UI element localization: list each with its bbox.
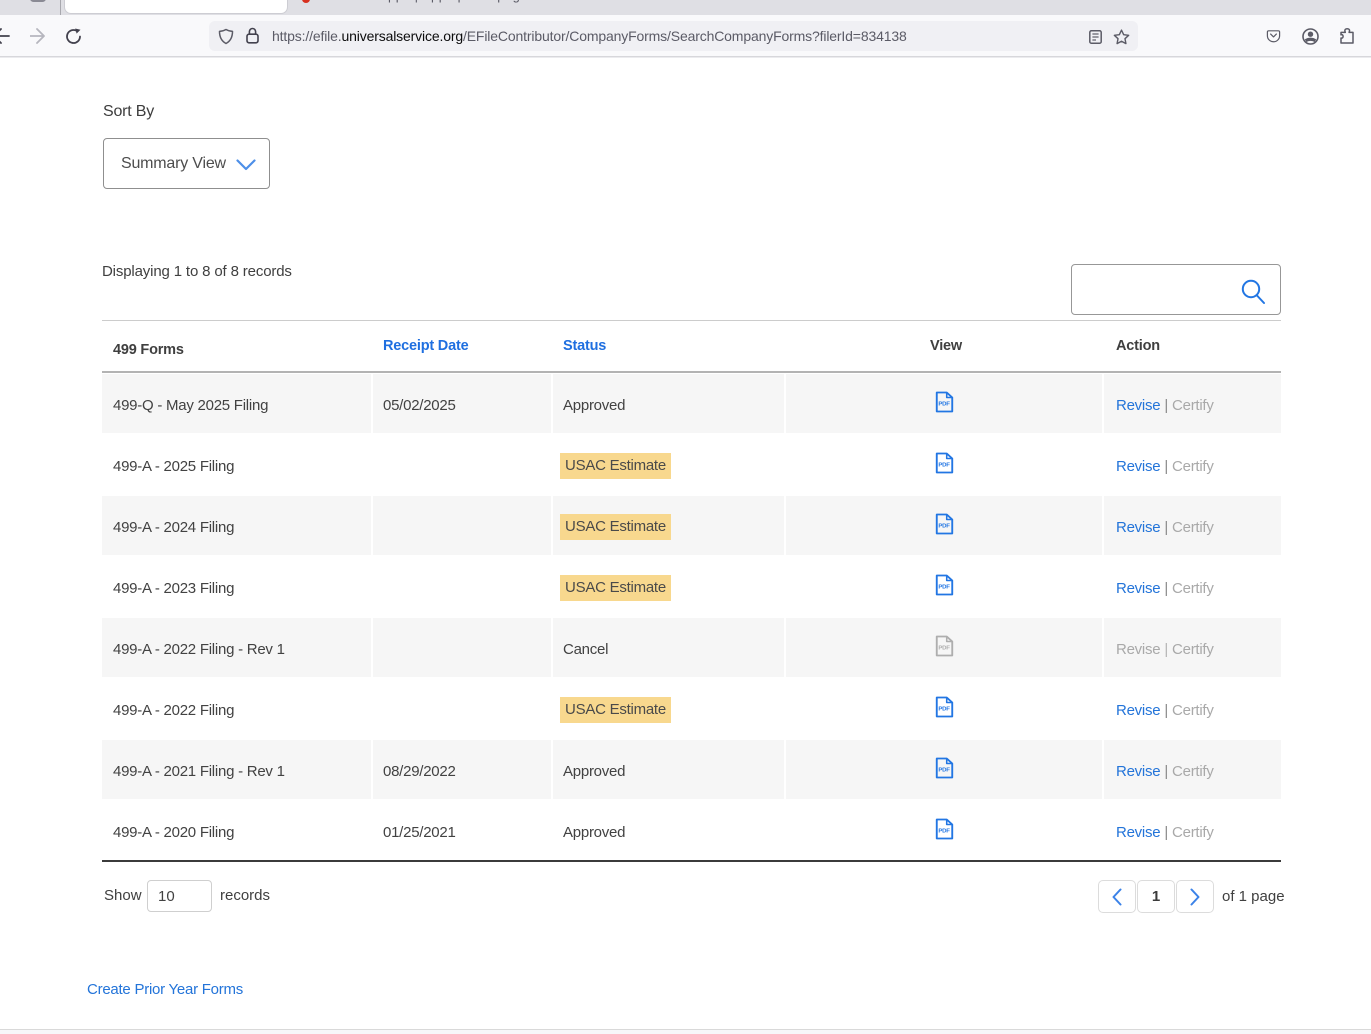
svg-text:PDF: PDF (938, 402, 950, 408)
svg-text:PDF: PDF (938, 524, 950, 530)
svg-text:PDF: PDF (938, 707, 950, 713)
svg-text:PDF: PDF (938, 585, 950, 591)
svg-text:PDF: PDF (938, 463, 950, 469)
svg-text:PDF: PDF (938, 768, 950, 774)
svg-text:PDF: PDF (938, 829, 950, 835)
svg-text:PDF: PDF (938, 646, 950, 652)
